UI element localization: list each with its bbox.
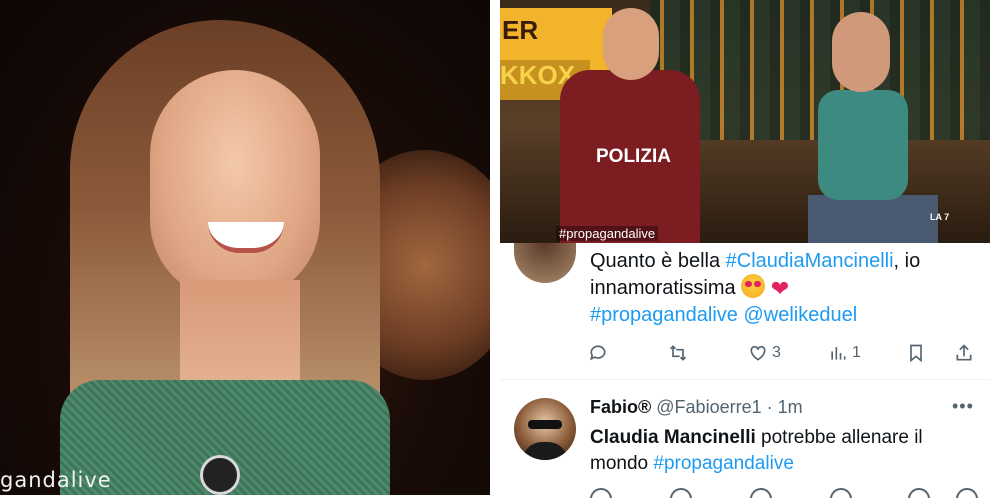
heart-icon[interactable] — [750, 488, 772, 498]
separator: · — [761, 397, 778, 417]
person-face — [150, 70, 320, 300]
hashtag-link[interactable]: #propagandalive — [653, 453, 794, 474]
avatar[interactable] — [514, 398, 576, 460]
tweet-actions: 3 1 — [588, 340, 986, 366]
reply-icon[interactable] — [590, 488, 612, 498]
right-hashtag-overlay: #propagandalive — [556, 226, 659, 241]
reply-button[interactable] — [588, 340, 608, 366]
left-photo: gandalive — [0, 0, 490, 495]
person-2-jeans — [808, 195, 938, 243]
tweet-links: #propagandalive @welikeduel — [590, 304, 857, 327]
bookmark-icon[interactable] — [908, 488, 930, 498]
left-hashtag-overlay: gandalive — [0, 468, 112, 492]
like-button[interactable]: 3 — [748, 340, 781, 366]
tweet-text-prefix: Quanto è bella — [590, 250, 726, 272]
suit — [522, 442, 568, 460]
share-button[interactable] — [954, 340, 974, 366]
person-1-head — [603, 8, 659, 80]
bookmark-icon — [910, 344, 922, 363]
share-icon[interactable] — [956, 488, 978, 498]
display-name[interactable]: Fabio® — [590, 397, 651, 417]
views-button[interactable]: 1 — [828, 340, 861, 366]
heart-icon — [750, 345, 766, 361]
tweet-text-bold: Claudia Mancinelli — [590, 427, 756, 448]
heart-eyes-emoji-icon — [741, 274, 766, 298]
person-neck — [180, 280, 300, 390]
retweet-icon[interactable] — [670, 488, 692, 498]
tweet-text: Claudia Mancinelli potrebbe allenare il … — [590, 425, 985, 477]
tweet-header: Fabio® @Fabioerre1 · 1m — [590, 397, 803, 418]
retweet-icon — [669, 345, 687, 361]
views-icon — [831, 347, 846, 360]
bookmark-button[interactable] — [906, 340, 926, 366]
tweet-actions — [588, 488, 986, 498]
user-handle[interactable]: @Fabioerre1 — [656, 397, 761, 417]
hashtag-link[interactable]: #propagandalive — [590, 304, 738, 326]
right-photo: ER GIULIO KKOX POLIZIA #propagandalive L… — [500, 0, 990, 243]
hashtag-link[interactable]: #ClaudiaMancinelli — [726, 250, 894, 272]
person-2-head — [832, 12, 890, 92]
views-count: 1 — [852, 344, 861, 361]
views-icon[interactable] — [830, 488, 852, 498]
more-options-icon[interactable]: ••• — [952, 396, 974, 417]
share-icon — [956, 344, 972, 361]
timestamp[interactable]: 1m — [778, 397, 803, 417]
mention-link[interactable]: @welikeduel — [743, 304, 857, 326]
person-2-top — [818, 90, 908, 200]
channel-logo: LA 7 — [930, 212, 950, 222]
sunglasses — [528, 420, 562, 429]
tweet-divider — [500, 379, 990, 380]
red-heart-emoji-icon: ❤ — [770, 276, 790, 301]
avatar[interactable] — [514, 243, 576, 283]
jersey-label: POLIZIA — [596, 146, 671, 167]
lapel-mic — [200, 455, 240, 495]
like-count: 3 — [772, 344, 781, 361]
reply-icon — [590, 345, 606, 361]
tweet-text: Quanto è bella #ClaudiaMancinelli, io in… — [590, 248, 985, 302]
retweet-button[interactable] — [668, 340, 688, 366]
